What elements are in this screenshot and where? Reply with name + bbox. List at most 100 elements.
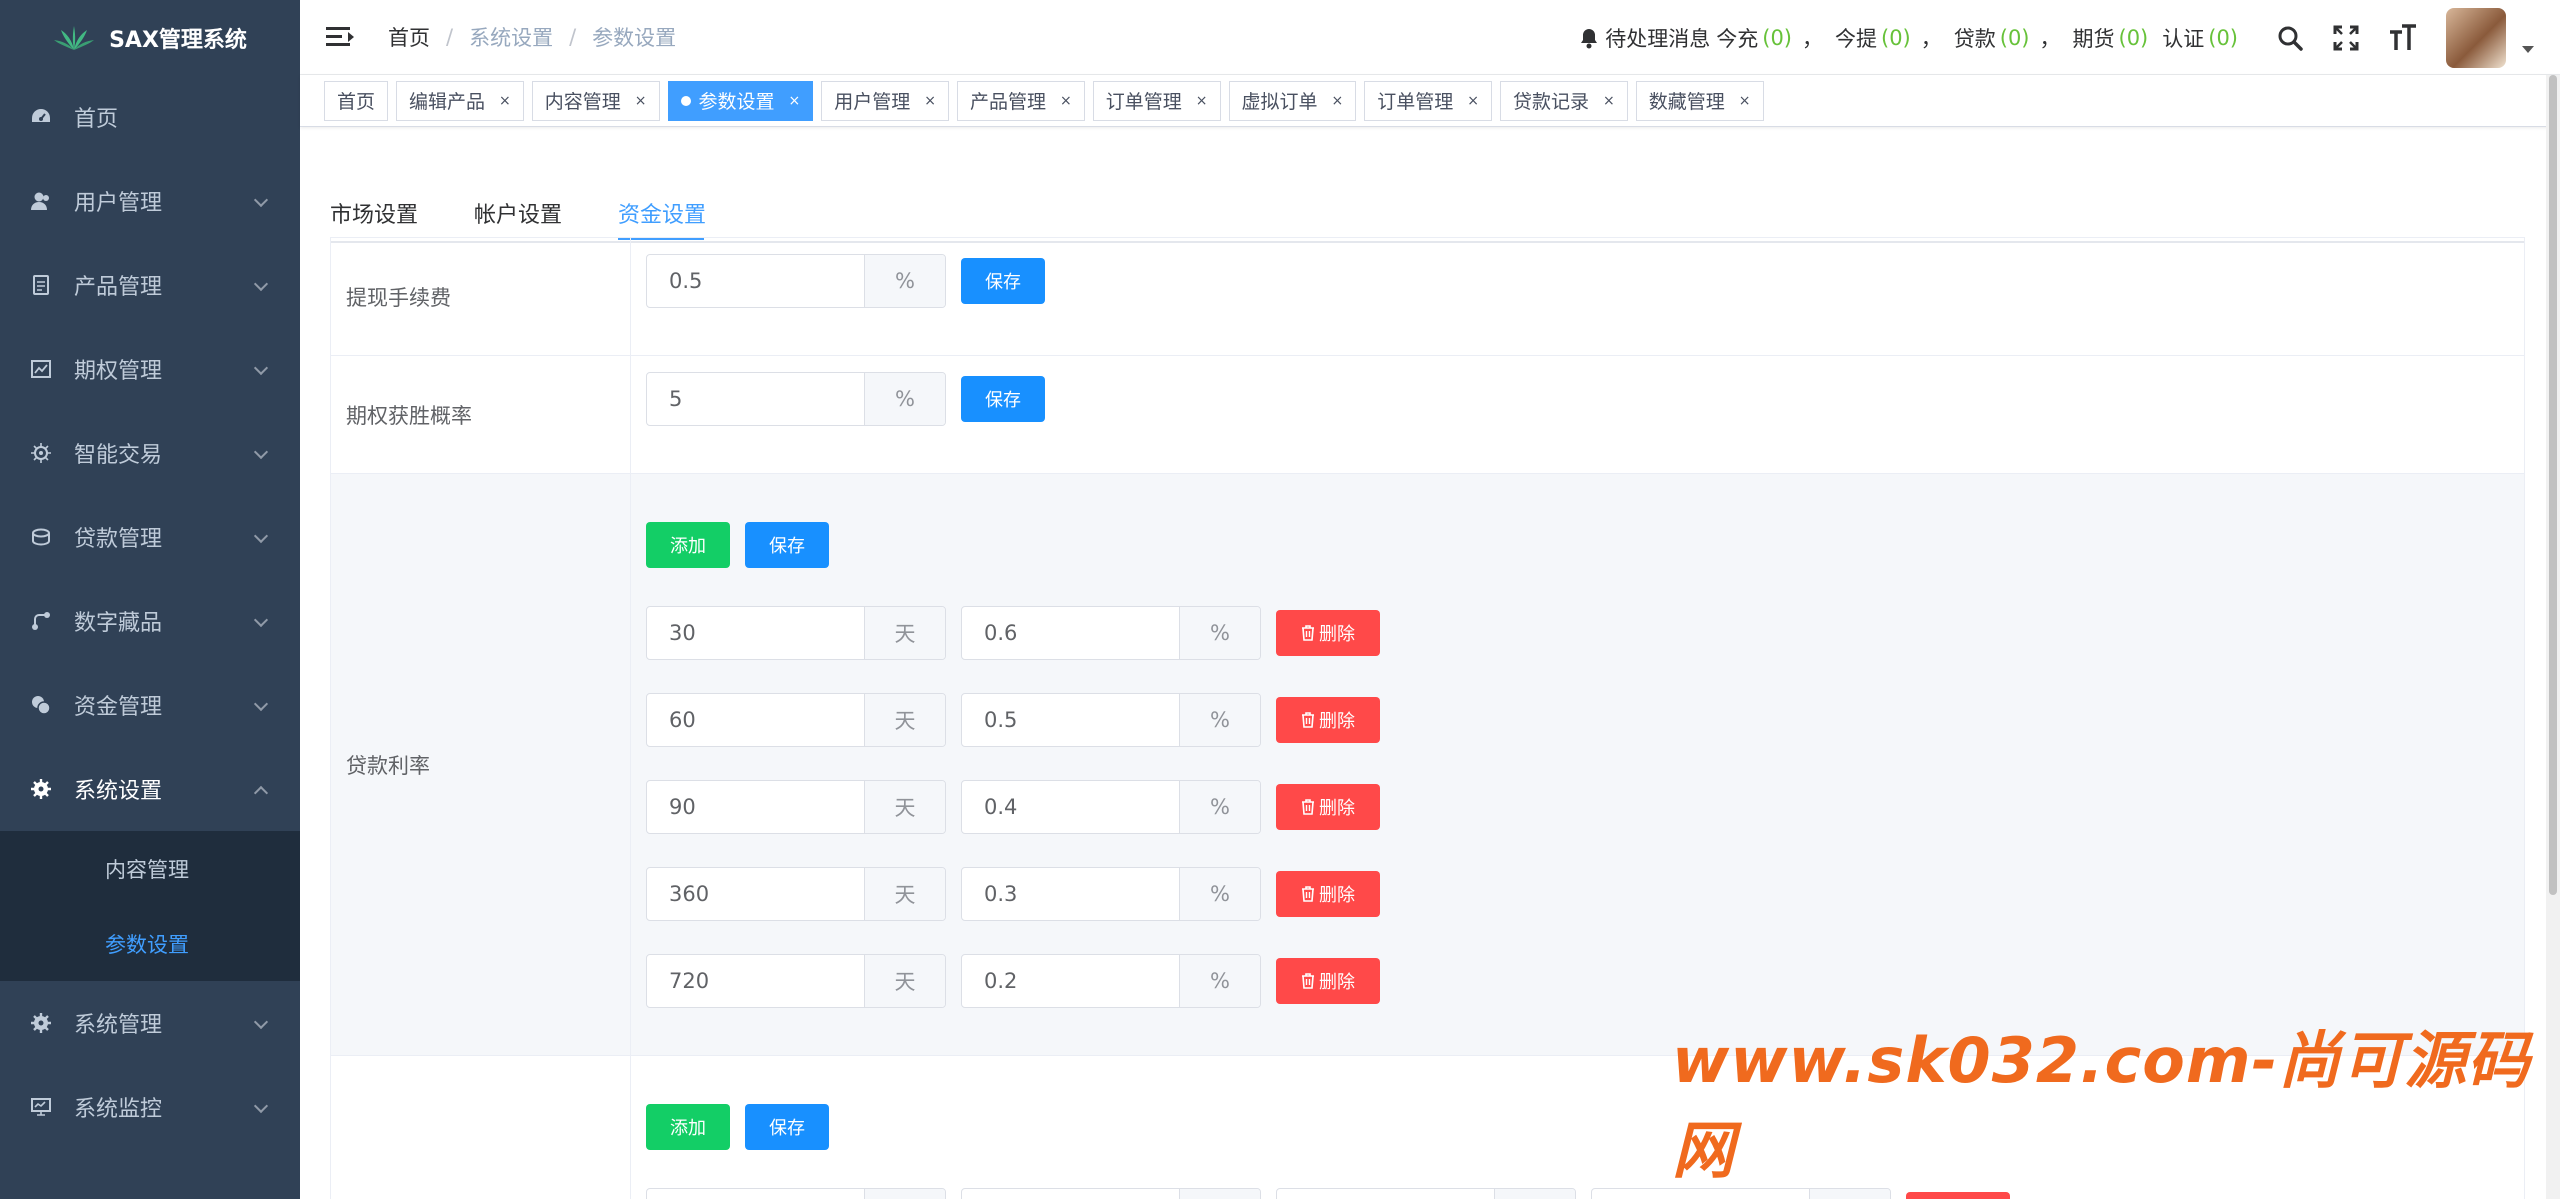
tag-collectibles-management[interactable]: 数藏管理 × (1635, 80, 1764, 121)
close-icon[interactable]: × (635, 93, 647, 109)
add-button[interactable]: 添加 (646, 522, 730, 568)
scrollbar[interactable] (2546, 75, 2560, 1199)
caret-down-icon[interactable] (2522, 46, 2534, 53)
sidebar-item-products[interactable]: 产品管理 (0, 243, 300, 327)
close-icon[interactable]: × (1196, 93, 1208, 109)
close-icon[interactable]: × (1060, 93, 1072, 109)
withdraw-fee-input[interactable]: 0.5 % (646, 254, 946, 308)
sidebar-item-digital-collectibles[interactable]: 数字藏品 (0, 579, 300, 663)
notice-count-verification: (0) (2208, 25, 2238, 50)
save-button[interactable]: 保存 (745, 1104, 829, 1150)
sidebar-item-home[interactable]: 首页 (0, 75, 300, 159)
tag-parameter-settings[interactable]: 参数设置 × (667, 80, 814, 121)
delete-button[interactable]: 删除 (1276, 610, 1380, 656)
chevron-down-icon (253, 696, 269, 712)
close-icon[interactable]: × (1467, 93, 1479, 109)
loan-rate-input[interactable]: 0.2% (961, 954, 1261, 1008)
loan-days-input[interactable]: 360 天 (646, 867, 946, 921)
delete-button[interactable]: 删除 (1276, 958, 1380, 1004)
partial-input[interactable] (1276, 1188, 1576, 1199)
tags-view: 首页 编辑产品 × 内容管理 × 参数设置 × 用户管理 × 产品管理 × 订单管理 × 虚… (300, 75, 2560, 127)
loan-rate-input[interactable]: 0.3% (961, 867, 1261, 921)
save-button[interactable]: 保存 (961, 258, 1045, 304)
user-icon (30, 190, 52, 212)
avatar[interactable] (2446, 7, 2506, 68)
tag-order-management[interactable]: 订单管理 × (1092, 80, 1221, 121)
close-icon[interactable]: × (789, 93, 801, 109)
sidebar-subitem-parameter-settings[interactable]: 参数设置 (0, 906, 300, 981)
fullscreen-icon[interactable] (2332, 24, 2360, 52)
breadcrumb-parameter-settings: 参数设置 (592, 26, 677, 50)
loan-days-input[interactable]: 90 天 (646, 780, 946, 834)
app-title: SAX管理系统 (109, 27, 247, 53)
sidebar-item-label: 首页 (74, 107, 119, 132)
close-icon[interactable]: × (1603, 93, 1615, 109)
loan-rate-input[interactable]: 0.6% (961, 606, 1261, 660)
tab-market-settings[interactable]: 市场设置 (330, 197, 418, 229)
loan-days-input[interactable]: 30 天 (646, 606, 946, 660)
sidebar-item-users[interactable]: 用户管理 (0, 159, 300, 243)
sidebar-item-label: 系统管理 (74, 1013, 163, 1038)
breadcrumb: 首页 / 系统设置 / 参数设置 (388, 22, 676, 52)
font-size-icon[interactable] (2388, 23, 2418, 52)
close-icon[interactable]: × (1739, 93, 1751, 109)
scrollbar-thumb[interactable] (2549, 75, 2557, 895)
chevron-down-icon (253, 528, 269, 544)
sidebar-subitem-content-management[interactable]: 内容管理 (0, 831, 300, 906)
delete-button[interactable] (1906, 1192, 2010, 1199)
trash-icon (1301, 625, 1315, 641)
notice-count-recharge: (0) (1762, 25, 1792, 50)
delete-button[interactable]: 删除 (1276, 697, 1380, 743)
close-icon[interactable]: × (924, 93, 936, 109)
sidebar-item-system-settings[interactable]: 系统设置 (0, 747, 300, 831)
chart-icon (30, 358, 52, 380)
tag-virtual-orders[interactable]: 虚拟订单 × (1228, 80, 1357, 121)
dashboard-icon (30, 106, 52, 128)
chevron-down-icon (253, 276, 269, 292)
sidebar-item-funds[interactable]: 资金管理 (0, 663, 300, 747)
tag-content-management[interactable]: 内容管理 × (531, 80, 660, 121)
pending-messages[interactable]: 待处理消息 今充 (0) ， 今提 (0) ， 贷款 (0) ， 期货 (0) … (1579, 23, 2242, 53)
partial-input[interactable] (646, 1188, 946, 1199)
chevron-down-icon (253, 360, 269, 376)
tag-order-management-2[interactable]: 订单管理 × (1364, 80, 1493, 121)
tag-edit-product[interactable]: 编辑产品 × (396, 80, 524, 121)
sidebar-item-loans[interactable]: 贷款管理 (0, 495, 300, 579)
loan-days-input[interactable]: 720 天 (646, 954, 946, 1008)
tag-home[interactable]: 首页 (324, 80, 389, 121)
option-win-rate-input[interactable]: 5 % (646, 372, 946, 426)
sidebar-item-label: 资金管理 (74, 695, 163, 720)
tab-account-settings[interactable]: 帐户设置 (474, 197, 562, 229)
tab-fund-settings[interactable]: 资金设置 (618, 197, 706, 229)
chevron-down-icon (253, 444, 269, 460)
partial-input[interactable] (961, 1188, 1261, 1199)
sidebar-item-system-management[interactable]: 系统管理 (0, 981, 300, 1065)
chevron-up-icon (253, 785, 269, 801)
setting-label: 贷款利率 (331, 474, 631, 1055)
close-icon[interactable]: × (499, 93, 511, 109)
close-icon[interactable]: × (1332, 93, 1344, 109)
tag-loan-records[interactable]: 贷款记录 × (1500, 80, 1628, 121)
delete-button[interactable]: 删除 (1276, 784, 1380, 830)
sidebar-item-label: 数字藏品 (74, 611, 163, 636)
loan-rate-input[interactable]: 0.4% (961, 780, 1261, 834)
notice-count-withdraw: (0) (1881, 25, 1911, 50)
sidebar-item-smart-trading[interactable]: 智能交易 (0, 411, 300, 495)
tag-user-management[interactable]: 用户管理 × (821, 80, 950, 121)
save-button[interactable]: 保存 (745, 522, 829, 568)
add-button[interactable]: 添加 (646, 1104, 730, 1150)
hamburger-icon[interactable] (326, 25, 354, 49)
loan-days-input[interactable]: 60 天 (646, 693, 946, 747)
tag-product-management[interactable]: 产品管理 × (957, 80, 1085, 121)
sidebar: SAX管理系统 首页 用户管理 产品管理 期权管理 智能交易 贷款管理 数字藏品… (0, 0, 300, 1199)
loan-rate-input[interactable]: 0.5% (961, 693, 1261, 747)
setting-row-option-win-rate: 期权获胜概率 5 % 保存 (331, 356, 2524, 474)
gear-icon (30, 442, 52, 464)
sidebar-item-options[interactable]: 期权管理 (0, 327, 300, 411)
search-icon[interactable] (2276, 24, 2304, 52)
setting-label (331, 1056, 631, 1199)
sidebar-item-system-monitor[interactable]: 系统监控 (0, 1065, 300, 1149)
save-button[interactable]: 保存 (961, 376, 1045, 422)
delete-button[interactable]: 删除 (1276, 871, 1380, 917)
breadcrumb-home[interactable]: 首页 (388, 22, 430, 52)
